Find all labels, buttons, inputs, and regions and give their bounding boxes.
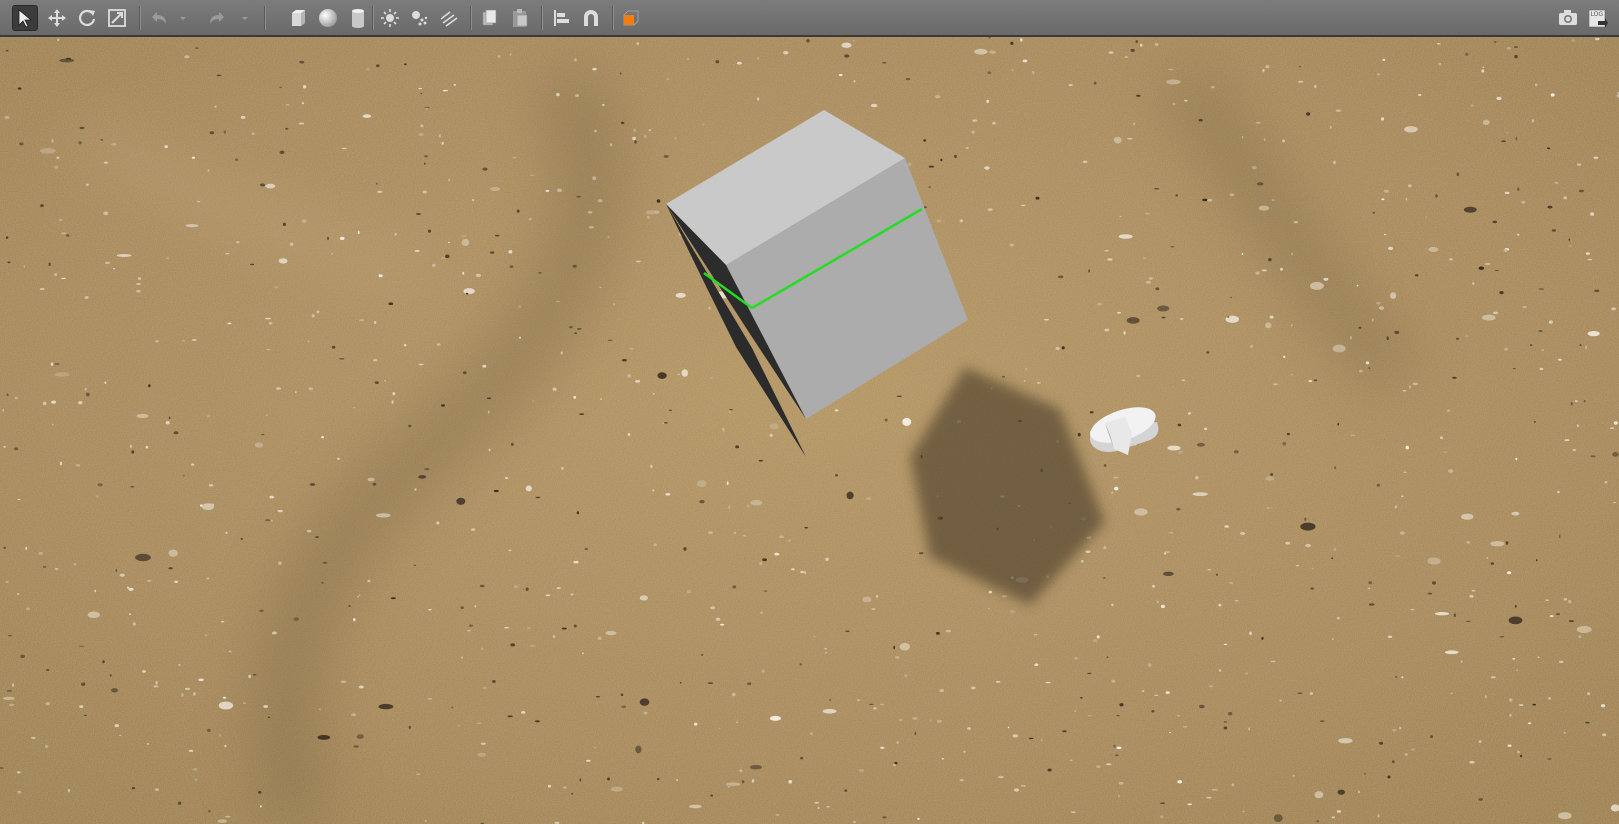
snap-magnet-icon xyxy=(584,10,598,26)
sphere-shape-icon xyxy=(319,9,337,27)
copy-icon xyxy=(482,9,497,26)
scale-mode-icon xyxy=(108,9,126,27)
view-angle-button[interactable] xyxy=(618,5,644,31)
redo-history-button[interactable] xyxy=(238,5,252,31)
align-button[interactable] xyxy=(548,5,574,31)
scene-render[interactable] xyxy=(0,37,1619,824)
snap-button[interactable] xyxy=(578,5,604,31)
rotate-mode-icon xyxy=(79,9,96,26)
redo-icon xyxy=(210,12,224,24)
screenshot-camera-icon xyxy=(1559,10,1577,25)
undo-icon xyxy=(152,12,166,24)
cylinder-shape-button[interactable] xyxy=(345,5,371,31)
translate-mode-icon xyxy=(48,9,66,27)
translate-mode-button[interactable] xyxy=(44,5,70,31)
point-light-button[interactable] xyxy=(377,5,403,31)
undo-history-button[interactable] xyxy=(176,5,190,31)
undo-button[interactable] xyxy=(146,5,172,31)
spot-light-icon xyxy=(412,11,428,26)
box-shape-icon xyxy=(292,10,305,26)
point-light-icon xyxy=(381,9,399,27)
scene-toolbar: LOG xyxy=(0,0,1619,37)
undo-history-dropdown-icon xyxy=(180,17,186,20)
log-button[interactable]: LOG xyxy=(1585,5,1611,31)
view-angle-icon xyxy=(623,10,639,26)
paste-icon xyxy=(513,9,528,27)
screenshot-button[interactable] xyxy=(1555,5,1581,31)
log-icon: LOG xyxy=(1588,9,1608,28)
rotate-mode-button[interactable] xyxy=(74,5,100,31)
align-icon xyxy=(554,10,569,26)
directional-light-button[interactable] xyxy=(436,5,462,31)
directional-light-icon xyxy=(440,11,458,27)
cylinder-shape-icon xyxy=(352,9,364,28)
paste-button[interactable] xyxy=(507,5,533,31)
sphere-shape-button[interactable] xyxy=(315,5,341,31)
select-mode-button[interactable] xyxy=(12,5,38,31)
redo-history-dropdown-icon xyxy=(242,17,248,20)
log-label: LOG xyxy=(1591,11,1604,18)
copy-button[interactable] xyxy=(477,5,503,31)
box-shape-button[interactable] xyxy=(285,5,311,31)
select-mode-icon xyxy=(18,9,33,28)
3d-viewport[interactable] xyxy=(0,37,1619,824)
redo-button[interactable] xyxy=(204,5,230,31)
spot-light-button[interactable] xyxy=(406,5,432,31)
scale-mode-button[interactable] xyxy=(104,5,130,31)
